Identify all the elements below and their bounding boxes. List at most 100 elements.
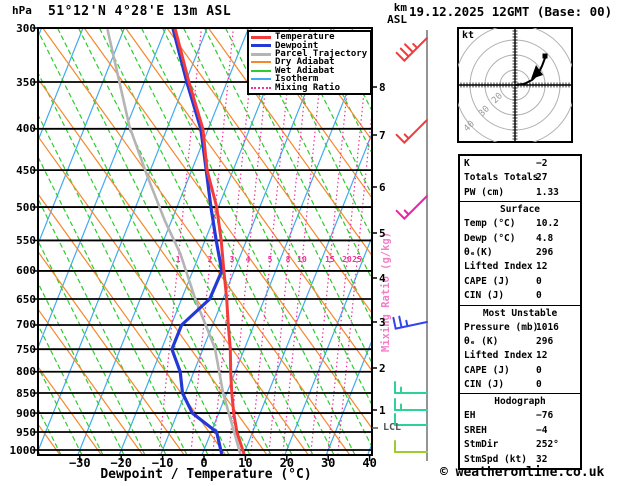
table-row-label: Lifted Index [464, 261, 533, 273]
table-row-value: 12 [536, 261, 548, 273]
legend-swatch-solid [251, 52, 271, 56]
run-datetime: 19.12.2025 12GMT (Base: 00) [409, 4, 613, 19]
km-tick-label: 3 [379, 315, 386, 329]
table-row: EH −76 [460, 409, 580, 423]
indices-table: K −2 Totals Totals 27 PW (cm) 1.33 Surface Temp… [458, 154, 582, 471]
table-row-value: 0 [536, 379, 542, 391]
table-section-header: Hodograph [494, 396, 546, 408]
pressure-tick-label: 500 [16, 200, 36, 214]
table-row-value: 0 [536, 290, 542, 302]
lcl-label: LCL [383, 422, 402, 433]
legend: Temperature Dewpoint Parcel Trajectory Dry … [247, 30, 372, 95]
table-row-value: −2 [536, 158, 548, 169]
km-tick-label: 4 [379, 271, 386, 285]
table-section: Hodograph EH −76 SREH −4 StmDir 252° StmSpd (kt… [460, 393, 580, 468]
table-row: PW (cm) 1.33 [460, 186, 580, 200]
km-tick-label: 6 [379, 180, 386, 194]
temp-tick-label: −30 [68, 456, 91, 470]
pressure-tick-label: 400 [16, 122, 36, 136]
temp-tick-label: 0 [200, 456, 208, 470]
table-row: CIN (J) 0 [460, 378, 580, 392]
table-row: CAPE (J) 0 [460, 364, 580, 378]
pressure-tick-label: 1000 [9, 443, 37, 457]
table-row: CIN (J) 0 [460, 289, 580, 303]
mixing-ratio-axis-label: Mixing Ratio (g/kg) [380, 231, 392, 353]
wind-barb [394, 398, 428, 411]
mixing-ratio-value-label: 5 [267, 255, 273, 264]
table-row-label: Dewp (°C) [464, 232, 516, 244]
pressure-tick-label: 300 [16, 21, 36, 35]
pressure-tick-label: 350 [16, 75, 36, 89]
temp-tick-label: 30 [320, 456, 336, 470]
table-row: Temp (°C) 10.2 [460, 217, 580, 231]
km-tick-label: 5 [379, 226, 386, 240]
pressure-tick-label: 650 [16, 292, 36, 306]
table-row-value: 296 [536, 246, 554, 258]
temp-tick-label: −10 [151, 456, 174, 470]
table-row-label: CIN (J) [464, 290, 505, 302]
legend-swatch-solid [251, 35, 271, 39]
table-row-value: 10.2 [536, 218, 559, 230]
wind-barb [392, 315, 428, 330]
pressure-tick-label: 950 [16, 425, 36, 439]
mixing-ratio-value-label: 4 [245, 255, 251, 264]
station-title: 51°12'N 4°28'E 13m ASL [48, 4, 232, 19]
mixing-ratio-value-label: 2 [207, 255, 213, 264]
table-row-value: 27 [536, 172, 548, 184]
table-row-value: 0 [536, 364, 542, 376]
table-row: Lifted Index 12 [460, 349, 580, 363]
table-section: Most Unstable Pressure (mb) 1016 θₑ (K) 296 L… [460, 304, 580, 394]
legend-item: Temperature [251, 32, 368, 43]
wind-barb [394, 440, 428, 453]
mixing-ratio-value-label: 25 [352, 255, 362, 264]
wind-barb [395, 119, 428, 144]
table-row-value: 296 [536, 335, 554, 347]
table-section: K −2 Totals Totals 27 PW (cm) 1.33 [460, 156, 580, 201]
pressure-tick-label: 600 [16, 264, 36, 278]
table-row: K −2 [460, 157, 580, 171]
mixing-ratio-value-label: 10 [297, 255, 307, 264]
table-section-header: Most Unstable [482, 307, 558, 319]
skewt-sounding-page: 20 30 40 hPa 51°12'N 4°28'E 13m ASL km ASL… [0, 0, 629, 486]
hodograph-trace-end-marker [542, 53, 548, 59]
table-row-label: EH [464, 410, 476, 422]
legend-item: Mixing Ratio [251, 82, 368, 93]
table-row: Totals Totals 27 [460, 171, 580, 185]
table-row-label: Pressure (mb) [464, 321, 539, 333]
mixing-ratio-value-label: 1 [175, 255, 181, 264]
table-row: Dewp (°C) 4.8 [460, 232, 580, 246]
table-row: SREH −4 [460, 424, 580, 438]
pressure-tick-label: 550 [16, 233, 36, 247]
mixing-ratio-value-label: 15 [325, 255, 335, 264]
table-row-value: −76 [536, 410, 554, 422]
table-section-header: Surface [499, 204, 541, 216]
wind-barb [395, 195, 428, 220]
legend-label: Temperature [275, 32, 335, 43]
table-row-value: 12 [536, 350, 548, 362]
table-row-label: Totals Totals [464, 172, 539, 184]
pressure-tick-label: 700 [16, 318, 36, 332]
table-row-label: Temp (°C) [464, 218, 516, 230]
table-row: StmDir 252° [460, 438, 580, 452]
legend-label: Mixing Ratio [275, 82, 341, 93]
temp-tick-label: 20 [279, 456, 295, 470]
pressure-tick-label: 750 [16, 342, 36, 356]
legend-swatch-dotted [251, 86, 271, 89]
legend-swatch-thin [251, 78, 271, 81]
table-row-label: PW (cm) [464, 186, 505, 198]
table-section: Surface Temp (°C) 10.2 Dewp (°C) 4.8 θₑ(K) 296… [460, 201, 580, 304]
table-row-label: CAPE (J) [464, 275, 510, 287]
table-row: CAPE (J) 0 [460, 275, 580, 289]
table-row-label: θₑ(K) [464, 246, 493, 258]
temp-tick-label: 40 [362, 456, 377, 470]
km-tick-label: 7 [379, 128, 386, 142]
km-tick-label: 8 [379, 80, 386, 94]
mixing-ratio-value-label: 8 [285, 255, 291, 264]
table-row-label: θₑ (K) [464, 335, 499, 347]
table-row-value: 0 [536, 275, 542, 287]
pressure-tick-label: 450 [16, 163, 36, 177]
pressure-tick-label: 900 [16, 406, 36, 420]
table-row-label: K [464, 158, 470, 169]
wind-barb [394, 381, 428, 394]
legend-swatch-solid [251, 44, 271, 48]
